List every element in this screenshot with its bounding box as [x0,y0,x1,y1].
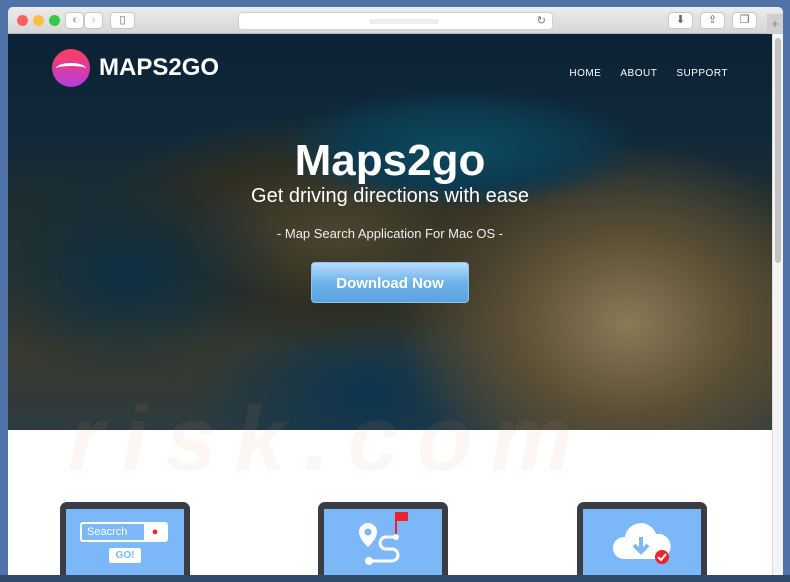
search-box-icon: Seacrch ● [80,522,168,542]
tabs-icon[interactable]: ❐ [732,12,757,29]
download-now-button[interactable]: Download Now [311,262,469,303]
feature-search-laptop: Seacrch ● GO! [60,502,190,582]
address-bar[interactable]: ↻ [238,12,553,30]
hero-tagline: - Map Search Application For Mac OS - [276,226,504,241]
share-icon[interactable]: ⇪ [700,12,725,29]
route-flag-icon [324,509,442,582]
browser-toolbar: ‹ › ▯ ↻ ⬇ ⇪ ❐ + [8,7,783,34]
logo-icon [52,49,90,87]
close-button[interactable] [17,15,28,26]
nav-about[interactable]: ABOUT [620,68,657,79]
search-text: Seacrch [87,526,128,538]
bottom-strip [0,575,790,582]
url-text [369,19,439,24]
back-icon[interactable]: ‹ [65,12,84,29]
forward-icon[interactable]: › [84,12,103,29]
new-tab-button[interactable]: + [767,14,783,34]
cloud-download-icon [583,509,701,582]
scrollbar[interactable] [772,34,783,582]
nav-support[interactable]: SUPPORT [676,68,728,79]
hero-section: MAPS2GO HOME ABOUT SUPPORT Maps2go Get d… [8,34,772,430]
feature-route-laptop [318,502,448,582]
feature-download-laptop [577,502,707,582]
logo-text: MAPS2GO [99,54,220,81]
watermark: risk.com [68,388,591,490]
pin-icon: ● [144,524,166,540]
zoom-button[interactable] [49,15,60,26]
sidebar-icon[interactable]: ▯ [110,12,135,29]
go-icon: GO! [109,548,141,563]
reload-icon[interactable]: ↻ [537,14,546,27]
browser-window: ‹ › ▯ ↻ ⬇ ⇪ ❐ + MAPS2GO HOME ABOUT SUPPO… [8,7,783,582]
nav-home[interactable]: HOME [569,68,601,79]
site-logo[interactable]: MAPS2GO [52,49,219,87]
minimize-button[interactable] [33,15,44,26]
scrollbar-thumb[interactable] [775,38,781,263]
site-nav: HOME ABOUT SUPPORT [569,68,728,79]
hero-title: Maps2go [294,136,486,185]
hero-subtitle: Get driving directions with ease [251,185,529,207]
download-icon[interactable]: ⬇ [668,12,693,29]
